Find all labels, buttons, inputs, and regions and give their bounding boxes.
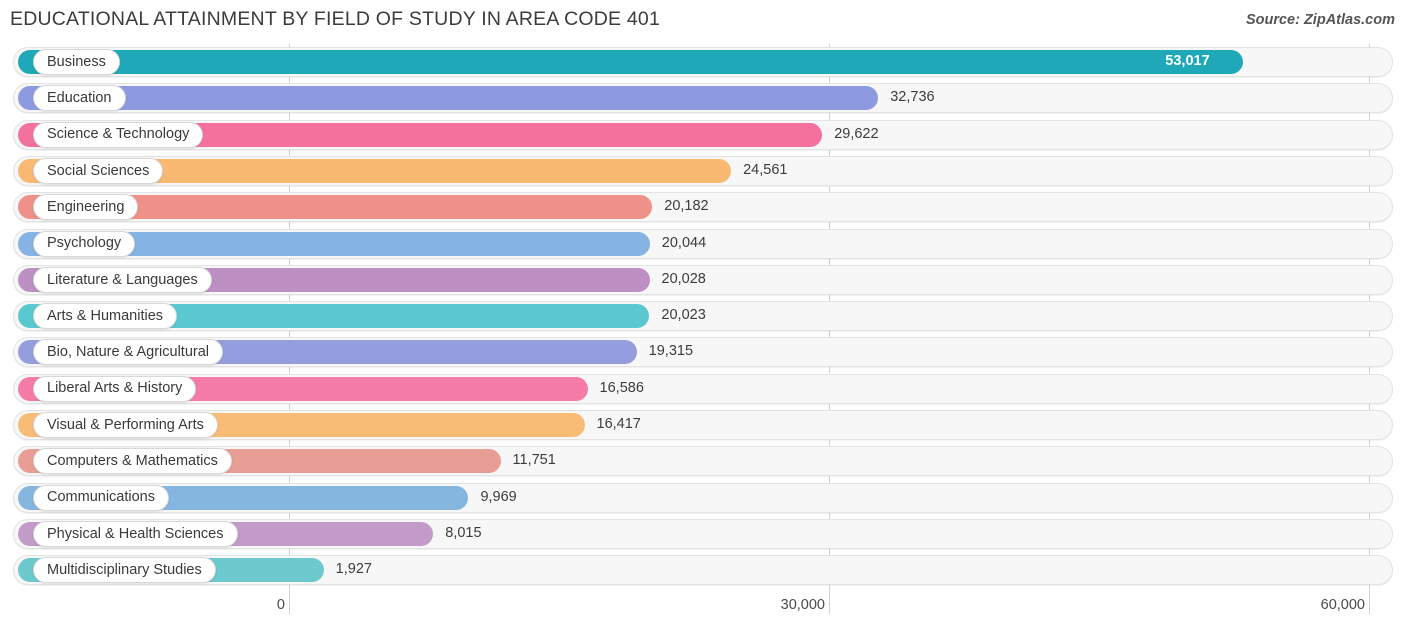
bar-value: 20,023 [661,307,706,324]
bar-row: Social Sciences 24,561 [0,155,1406,191]
category-label: Arts & Humanities [47,307,164,324]
chart-plot-area: Business 53,017 Education 32,736 Science & T… [0,44,1406,592]
source-attribution: Source: ZipAtlas.com [1245,12,1395,28]
category-pill[interactable]: Literature & Languages [33,266,212,293]
category-pill[interactable]: Bio, Nature & Agricultural [33,339,223,366]
bar-row: Computers & Mathematics 11,751 [0,445,1406,481]
bar-row: Business 53,017 [0,46,1406,82]
bar-rows: Business 53,017 Education 32,736 Science & T… [0,44,1406,592]
category-pill[interactable]: Psychology [33,230,136,257]
bar-row: Arts & Humanities 20,023 [0,300,1406,336]
category-label: Literature & Languages [47,271,198,288]
bar-row: Physical & Health Sciences 8,015 [0,518,1406,554]
bar-value: 16,417 [596,416,641,432]
axis-tick-mark [829,592,830,614]
category-pill[interactable]: Liberal Arts & History [33,375,197,402]
bar[interactable] [18,86,879,111]
category-pill[interactable]: Visual & Performing Arts [33,412,218,438]
category-pill[interactable]: Science & Technology [33,121,204,148]
bar-row: Communications 9,969 [0,482,1406,518]
bar-row: Multidisciplinary Studies 1,927 [0,554,1406,590]
bar-value: 1,927 [335,561,372,578]
chart-header: EDUCATIONAL ATTAINMENT BY FIELD OF STUDY… [0,0,1406,44]
axis-tick-mark [1369,592,1370,614]
bar-value: 20,044 [661,234,707,251]
category-label: Social Sciences [47,162,150,179]
category-label: Engineering [47,198,125,215]
category-pill[interactable]: Business [33,49,120,75]
category-label: Visual & Performing Arts [47,416,204,433]
axis-tick-mark [289,592,290,614]
category-label: Bio, Nature & Agricultural [47,344,209,361]
bar-value: 8,015 [445,524,482,541]
bar-value: 20,028 [661,270,706,287]
category-pill[interactable]: Computers & Mathematics [33,448,232,475]
bar-row: Engineering 20,182 [0,191,1406,227]
category-label: Science & Technology [47,126,190,143]
bar-value: 32,736 [890,89,935,106]
category-label: Computers & Mathematics [47,453,218,470]
category-pill[interactable]: Engineering [33,194,139,221]
bar-value: 20,182 [664,198,709,215]
bar-value: 19,315 [648,343,694,360]
bar-row: Science & Technology 29,622 [0,119,1406,155]
bar-value: 16,586 [599,379,644,396]
bar-row: Literature & Languages 20,028 [0,264,1406,300]
axis-tick-label: 0 [276,597,285,613]
bar[interactable] [18,50,1244,74]
category-label: Education [47,90,112,107]
category-label: Liberal Arts & History [47,380,183,397]
bar-row: Bio, Nature & Agricultural 19,315 [0,336,1406,372]
bar-value: 29,622 [834,125,879,142]
bar-value-inside: 53,017 [1165,53,1210,69]
category-pill[interactable]: Multidisciplinary Studies [33,557,216,584]
axis-tick-label: 30,000 [780,597,825,613]
category-pill[interactable]: Arts & Humanities [33,303,178,330]
bar-row: Liberal Arts & History 16,586 [0,373,1406,409]
bar-value: 24,561 [743,161,788,178]
category-label: Psychology [47,235,122,252]
bar-row: Visual & Performing Arts 16,417 [0,409,1406,445]
axis-tick-label: 60,000 [1320,597,1365,613]
category-pill[interactable]: Communications [33,484,169,511]
category-pill[interactable]: Education [33,85,126,112]
category-label: Multidisciplinary Studies [47,561,202,578]
category-label: Physical & Health Sciences [47,525,224,542]
x-axis: 0 30,000 60,000 [0,592,1406,631]
bar-row: Psychology 20,044 [0,228,1406,264]
bar-row: Education 32,736 [0,82,1406,118]
category-pill[interactable]: Physical & Health Sciences [33,520,238,547]
category-label: Business [47,53,106,70]
bar-value: 11,751 [512,452,556,469]
page-title: EDUCATIONAL ATTAINMENT BY FIELD OF STUDY… [10,8,660,30]
category-pill[interactable]: Social Sciences [33,157,164,184]
bar-value: 9,969 [480,488,517,505]
category-label: Communications [47,489,155,506]
